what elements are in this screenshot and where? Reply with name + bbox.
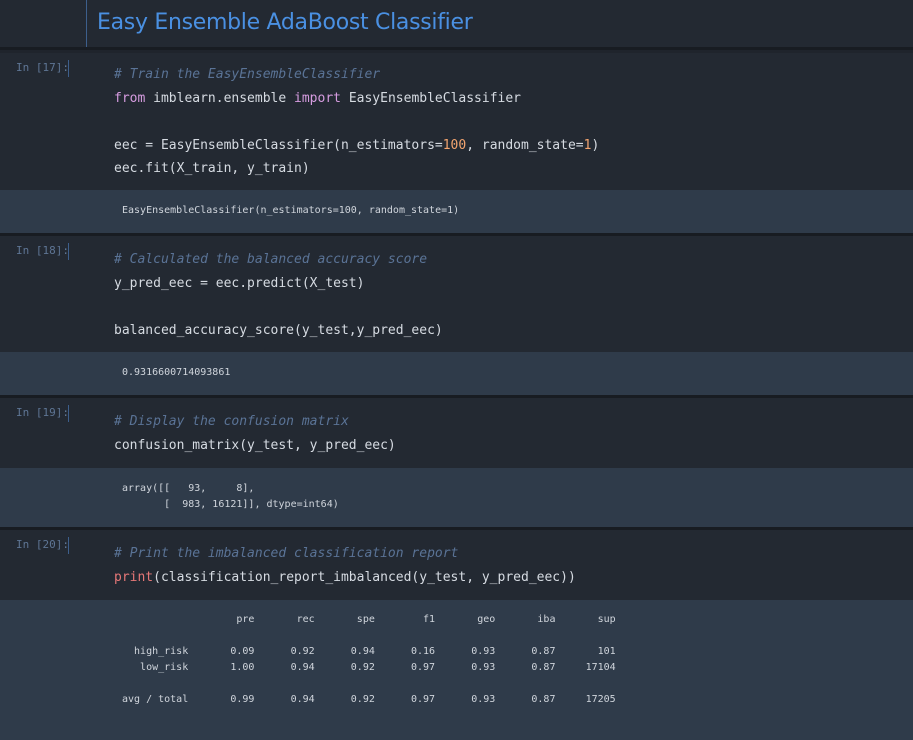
markdown-gutter bbox=[0, 0, 87, 47]
code-input[interactable]: # Display the confusion matrix confusion_… bbox=[114, 410, 396, 457]
code-line: eec = EasyEnsembleClassifier(n_estimator… bbox=[114, 134, 599, 158]
code-token: eec.fit(X_train, y_train) bbox=[114, 161, 310, 176]
code-comment: # Train the EasyEnsembleClassifier bbox=[114, 67, 381, 82]
code-line: # Train the EasyEnsembleClassifier bbox=[114, 63, 599, 87]
prompt-divider bbox=[68, 405, 69, 422]
output-text: 0.9316600714093861 bbox=[122, 367, 231, 378]
output-area-19: array([[ 93, 8], [ 983, 16121]], dtype=i… bbox=[0, 468, 913, 527]
code-line: # Print the imbalanced classification re… bbox=[114, 542, 576, 566]
code-token: , random_state= bbox=[466, 137, 584, 153]
prompt-divider bbox=[68, 60, 69, 77]
cell-prompt: In [20]: bbox=[16, 538, 69, 551]
code-token: from bbox=[114, 90, 146, 106]
code-token: eec = EasyEnsembleClassifier(n_estimator… bbox=[114, 137, 443, 153]
code-token: ) bbox=[591, 137, 600, 153]
code-token: balanced_accuracy_score(y_test,y_pred_ee… bbox=[114, 322, 443, 338]
code-comment: # Calculated the balanced accuracy score bbox=[114, 252, 428, 267]
output-text: pre rec spe f1 geo iba sup high_risk 0.0… bbox=[122, 614, 616, 705]
code-input[interactable]: # Print the imbalanced classification re… bbox=[114, 542, 576, 589]
output-area-17: EasyEnsembleClassifier(n_estimators=100,… bbox=[0, 190, 913, 233]
markdown-cell[interactable]: Easy Ensemble AdaBoost Classifier bbox=[0, 0, 913, 50]
cell-prompt: In [18]: bbox=[16, 244, 69, 257]
code-token: confusion_matrix(y_test, y_pred_eec) bbox=[114, 437, 396, 453]
code-line: y_pred_eec = eec.predict(X_test) bbox=[114, 272, 443, 296]
code-token: print bbox=[114, 569, 154, 585]
output-text: array([[ 93, 8], [ 983, 16121]], dtype=i… bbox=[122, 483, 339, 510]
code-line: from imblearn.ensemble import EasyEnsemb… bbox=[114, 87, 599, 111]
code-token: 100 bbox=[442, 137, 467, 153]
code-cell-20[interactable]: In [20]: # Print the imbalanced classifi… bbox=[0, 530, 913, 600]
code-line: # Calculated the balanced accuracy score bbox=[114, 248, 443, 272]
prompt-divider bbox=[68, 537, 69, 554]
code-token: (classification_report_imbalanced(y_test… bbox=[153, 569, 576, 585]
code-comment: # Print the imbalanced classification re… bbox=[114, 546, 459, 561]
code-token: y_pred_eec = eec.predict(X_test) bbox=[114, 275, 365, 291]
code-cell-18[interactable]: In [18]: # Calculated the balanced accur… bbox=[0, 236, 913, 352]
code-token: imblearn.ensemble bbox=[145, 90, 295, 106]
code-input[interactable]: # Train the EasyEnsembleClassifier from i… bbox=[114, 63, 599, 181]
cell-prompt: In [19]: bbox=[16, 406, 69, 419]
code-comment: # Display the confusion matrix bbox=[114, 414, 349, 429]
code-line: balanced_accuracy_score(y_test,y_pred_ee… bbox=[114, 319, 443, 343]
prompt-divider bbox=[68, 243, 69, 260]
code-line: eec.fit(X_train, y_train) bbox=[114, 157, 599, 181]
code-cell-19[interactable]: In [19]: # Display the confusion matrix c… bbox=[0, 398, 913, 468]
code-line: print(classification_report_imbalanced(y… bbox=[114, 566, 576, 590]
output-area-20: pre rec spe f1 geo iba sup high_risk 0.0… bbox=[0, 600, 913, 740]
code-line: # Display the confusion matrix bbox=[114, 410, 396, 434]
code-cell-17[interactable]: In [17]: # Train the EasyEnsembleClassif… bbox=[0, 53, 913, 190]
output-area-18: 0.9316600714093861 bbox=[0, 352, 913, 395]
cell-prompt: In [17]: bbox=[16, 61, 69, 74]
code-token: EasyEnsembleClassifier bbox=[341, 90, 522, 106]
code-token: import bbox=[294, 90, 341, 106]
code-line: confusion_matrix(y_test, y_pred_eec) bbox=[114, 434, 396, 458]
output-text: EasyEnsembleClassifier(n_estimators=100,… bbox=[122, 205, 460, 216]
code-input[interactable]: # Calculated the balanced accuracy score… bbox=[114, 248, 443, 342]
page-title: Easy Ensemble AdaBoost Classifier bbox=[97, 10, 473, 35]
